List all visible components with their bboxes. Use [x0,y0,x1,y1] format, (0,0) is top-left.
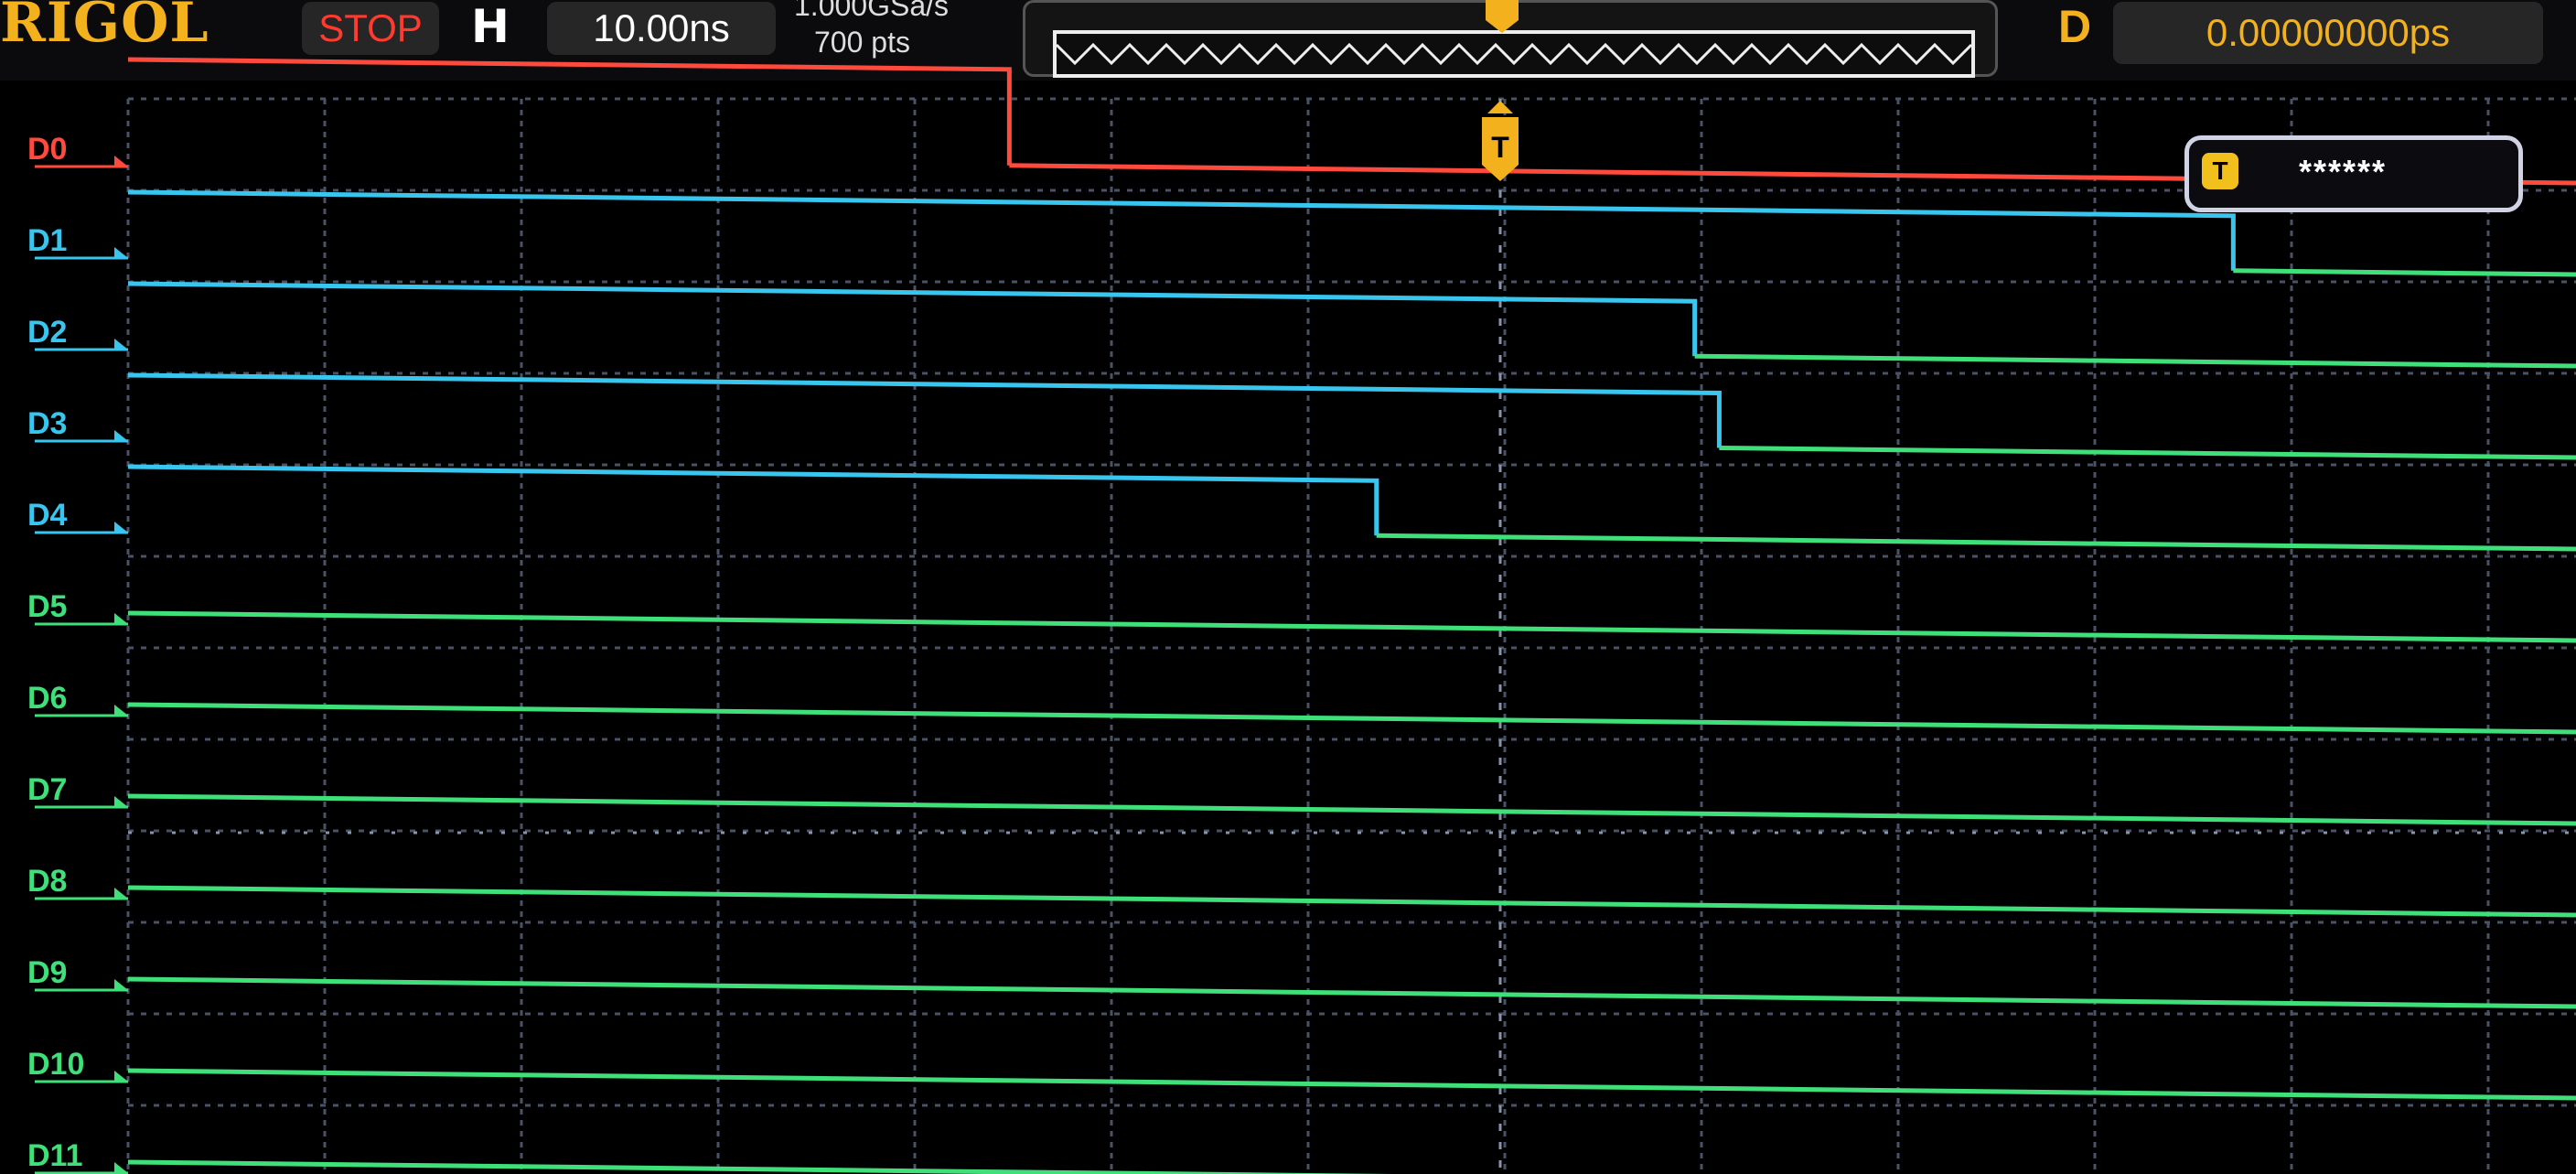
trace-d7 [127,793,2576,826]
trace-d10 [127,1068,2576,1101]
trace-d5 [127,610,2576,643]
trigger-icon: T [2202,153,2238,189]
trace-d2-high [127,281,1698,357]
channel-label-d1[interactable]: D1 [27,223,119,259]
channel-label-d2[interactable]: D2 [27,315,119,350]
channel-label-d9[interactable]: D9 [27,955,119,991]
trace-d0-high [127,57,1012,166]
svg-text:T: T [1491,131,1509,164]
channel-label-d6[interactable]: D6 [27,681,119,716]
trigger-level-value: ****** [2299,153,2388,190]
channel-label-d11[interactable]: D11 [27,1138,119,1174]
channel-label-d8[interactable]: D8 [27,864,119,899]
trace-d8 [127,885,2576,918]
trace-d1-high [127,189,2236,271]
trigger-level-box[interactable]: T ****** [2184,135,2523,212]
trace-d4-high [127,464,1379,536]
channel-label-d3[interactable]: D3 [27,406,119,442]
trace-d9 [127,976,2576,1009]
trace-d3-high [127,372,1722,448]
channel-label-d7[interactable]: D7 [27,772,119,808]
digital-traces [35,57,2576,1174]
channel-label-d10[interactable]: D10 [27,1047,119,1082]
trace-d3-low [1719,446,2576,460]
channel-label-d0[interactable]: D0 [27,132,119,167]
channel-label-d4[interactable]: D4 [27,498,119,533]
trace-d11 [127,1159,1393,1174]
trace-d4-low [1376,533,2576,552]
trigger-position-marker-icon[interactable]: T [1482,101,1519,181]
trace-d2-low [1694,353,2576,369]
trace-d6 [127,702,2576,735]
channel-label-d5[interactable]: D5 [27,589,119,625]
trace-d1-low [2233,268,2576,277]
